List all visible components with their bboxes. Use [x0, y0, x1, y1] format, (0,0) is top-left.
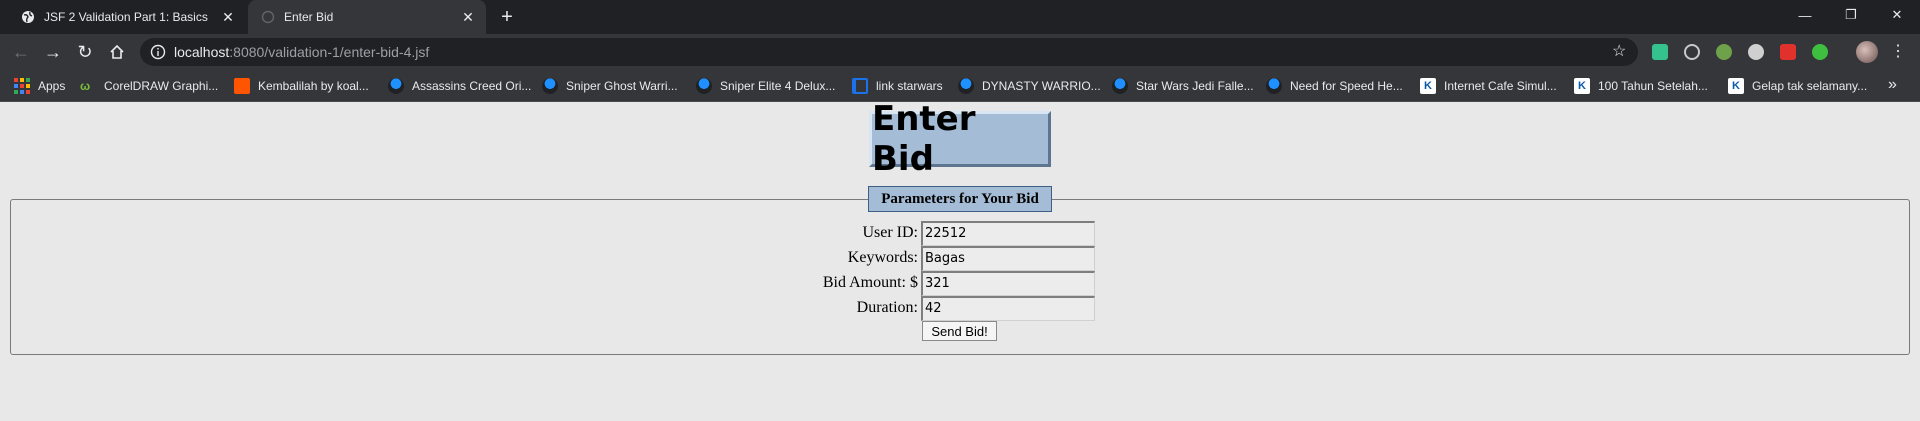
- bookmark-label: Kembalilah by koal...: [258, 79, 369, 93]
- page-content: Enter Bid Parameters for Your Bid User I…: [0, 99, 1920, 421]
- bookmarks-bar: Apps ω CorelDRAW Graphi... Kembalilah by…: [0, 70, 1920, 102]
- k-site-icon: K: [1574, 78, 1590, 94]
- extension-globe-icon[interactable]: [1716, 44, 1732, 60]
- keywords-label: Keywords:: [847, 249, 918, 266]
- page-icon: [260, 9, 276, 25]
- info-icon[interactable]: [150, 44, 166, 60]
- bookmark-icon: [852, 78, 868, 94]
- bookmark-label: 100 Tahun Setelah...: [1598, 79, 1708, 93]
- bookmark-label: Need for Speed He...: [1290, 79, 1403, 93]
- extension-green-icon[interactable]: [1812, 44, 1828, 60]
- extension-red-icon[interactable]: [1780, 44, 1796, 60]
- bookmark-item[interactable]: Need for Speed He...: [1266, 76, 1403, 96]
- address-bar[interactable]: localhost:8080/validation-1/enter-bid-4.…: [140, 38, 1638, 66]
- duration-label: Duration:: [856, 299, 918, 316]
- tab-title: Enter Bid: [284, 10, 334, 24]
- extension-bulb-icon[interactable]: [1684, 44, 1700, 60]
- bookmark-label: Apps: [38, 79, 66, 93]
- bookmark-item[interactable]: DYNASTY WARRIO...: [958, 76, 1101, 96]
- bookmark-label: Star Wars Jedi Falle...: [1136, 79, 1254, 93]
- profile-avatar[interactable]: [1856, 41, 1878, 63]
- minimize-icon[interactable]: —: [1782, 0, 1828, 30]
- bookmark-item[interactable]: K Internet Cafe Simul...: [1420, 76, 1557, 96]
- more-bookmarks-icon[interactable]: »: [1888, 76, 1897, 94]
- bookmark-item[interactable]: Sniper Elite 4 Delux...: [696, 76, 835, 96]
- game-site-icon: [958, 78, 974, 94]
- keywords-row: Keywords: Bagas: [0, 246, 1920, 271]
- extension-circle-icon[interactable]: [1748, 44, 1764, 60]
- url-text: localhost:8080/validation-1/enter-bid-4.…: [174, 44, 429, 60]
- game-site-icon: [696, 78, 712, 94]
- bookmark-label: Sniper Elite 4 Delux...: [720, 79, 836, 93]
- url-host: localhost: [174, 44, 230, 60]
- forward-icon[interactable]: →: [40, 39, 66, 65]
- bookmark-apps[interactable]: Apps: [14, 76, 65, 96]
- k-site-icon: K: [1728, 78, 1744, 94]
- game-site-icon: [542, 78, 558, 94]
- bookmark-item[interactable]: Assassins Creed Ori...: [388, 76, 531, 96]
- bookmark-item[interactable]: link starwars: [852, 76, 943, 96]
- user-id-row: User ID: 22512: [0, 221, 1920, 246]
- extension-n-icon[interactable]: [1652, 44, 1668, 60]
- bookmark-label: Sniper Ghost Warri...: [566, 79, 678, 93]
- page-title: Enter Bid: [872, 99, 976, 179]
- user-id-input[interactable]: 22512: [921, 221, 1095, 246]
- browser-toolbar: ← → ↻ localhost:8080/validation-1/enter-…: [0, 34, 1920, 70]
- bookmark-item[interactable]: K 100 Tahun Setelah...: [1574, 76, 1708, 96]
- bookmark-label: Gelap tak selamany...: [1752, 79, 1868, 93]
- bookmark-label: CorelDRAW Graphi...: [104, 79, 219, 93]
- duration-row: Duration: 42: [0, 296, 1920, 321]
- bid-amount-input[interactable]: 321: [921, 271, 1095, 296]
- close-window-icon[interactable]: ✕: [1874, 0, 1920, 30]
- bid-amount-label: Bid Amount: $: [822, 274, 918, 291]
- bookmark-star-icon[interactable]: ☆: [1612, 44, 1628, 60]
- bid-amount-row: Bid Amount: $ 321: [0, 271, 1920, 296]
- tab-jsf-validation[interactable]: JSF 2 Validation Part 1: Basics ✕: [8, 0, 246, 34]
- user-id-label: User ID:: [862, 224, 918, 241]
- k-site-icon: K: [1420, 78, 1436, 94]
- keywords-input[interactable]: Bagas: [921, 246, 1095, 271]
- page-title-box: Enter Bid: [869, 99, 1051, 179]
- tab-strip: JSF 2 Validation Part 1: Basics ✕ Enter …: [0, 0, 1920, 34]
- tab-enter-bid[interactable]: Enter Bid ✕: [248, 0, 486, 34]
- bookmark-item[interactable]: K Gelap tak selamany...: [1728, 76, 1867, 96]
- bookmark-label: link starwars: [876, 79, 943, 93]
- home-icon[interactable]: [104, 39, 130, 65]
- soundcloud-icon: [234, 78, 250, 94]
- new-tab-icon[interactable]: +: [496, 6, 518, 28]
- apps-grid-icon: [14, 78, 30, 94]
- bookmark-label: DYNASTY WARRIO...: [982, 79, 1101, 93]
- bookmark-item[interactable]: ω CorelDRAW Graphi...: [80, 76, 218, 96]
- close-tab-icon[interactable]: ✕: [460, 9, 476, 25]
- globe-icon: [20, 9, 36, 25]
- tab-title: JSF 2 Validation Part 1: Basics: [44, 10, 208, 24]
- legend-text: Parameters for Your Bid: [881, 190, 1039, 207]
- game-site-icon: [388, 78, 404, 94]
- game-site-icon: [1266, 78, 1282, 94]
- send-bid-button[interactable]: Send Bid!: [922, 321, 997, 341]
- back-icon[interactable]: ←: [8, 39, 34, 65]
- reload-icon[interactable]: ↻: [72, 39, 98, 65]
- bookmark-item[interactable]: Kembalilah by koal...: [234, 76, 369, 96]
- coreldraw-icon: ω: [80, 79, 91, 93]
- bookmark-label: Internet Cafe Simul...: [1444, 79, 1557, 93]
- fieldset-legend: Parameters for Your Bid: [868, 186, 1052, 212]
- game-site-icon: [1112, 78, 1128, 94]
- restore-icon[interactable]: ❐: [1828, 0, 1874, 30]
- duration-input[interactable]: 42: [921, 296, 1095, 321]
- url-path: :8080/validation-1/enter-bid-4.jsf: [229, 44, 430, 60]
- bookmark-item[interactable]: Star Wars Jedi Falle...: [1112, 76, 1254, 96]
- close-tab-icon[interactable]: ✕: [220, 9, 236, 25]
- menu-icon[interactable]: ⋮: [1890, 42, 1906, 62]
- bookmark-item[interactable]: Sniper Ghost Warri...: [542, 76, 678, 96]
- bookmark-label: Assassins Creed Ori...: [412, 79, 532, 93]
